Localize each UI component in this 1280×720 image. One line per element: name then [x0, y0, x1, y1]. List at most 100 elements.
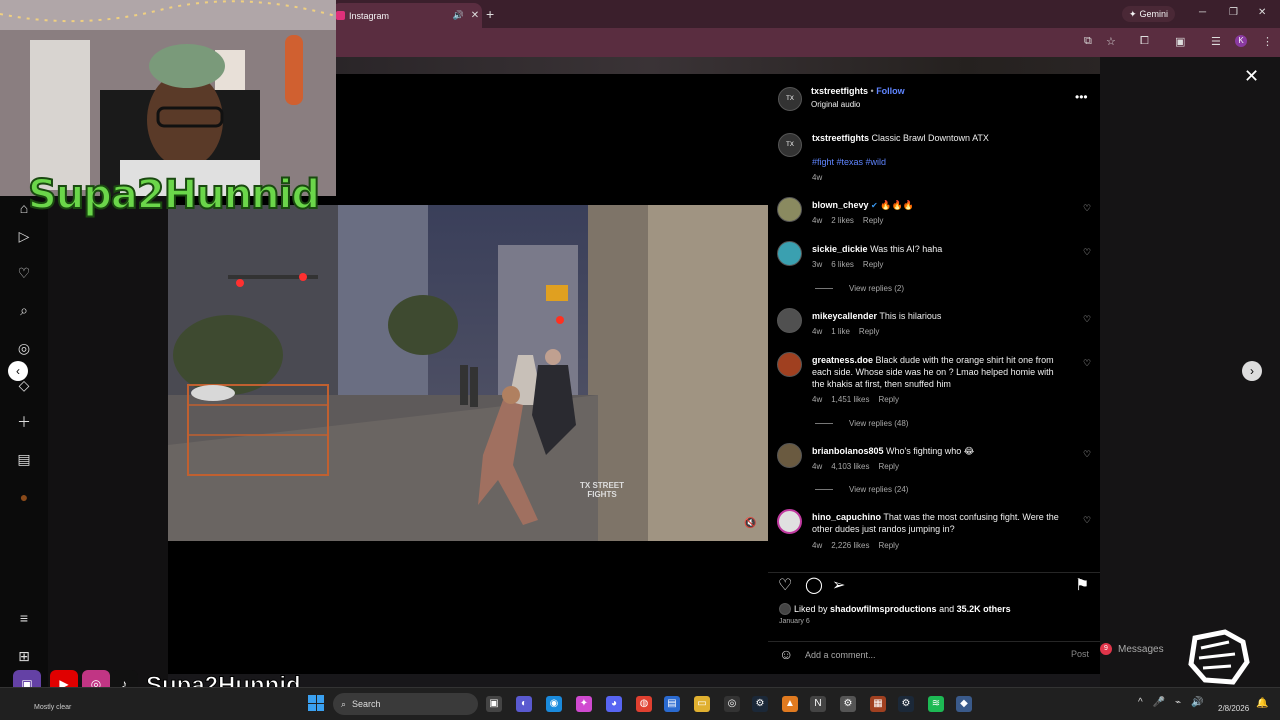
edge-icon[interactable]: ◉	[546, 696, 562, 712]
steam-icon-2[interactable]: ⚙	[898, 696, 914, 712]
comment-like-heart-icon[interactable]: ♡	[1083, 358, 1091, 369]
comment-avatar[interactable]	[777, 241, 802, 266]
store-icon[interactable]: ▤	[664, 696, 680, 712]
taskbar-search[interactable]: ⌕ Search	[333, 693, 478, 715]
liked-by-summary[interactable]: Liked by shadowfilmsproductions and 35.2…	[794, 604, 1011, 614]
comment-like-heart-icon[interactable]: ♡	[1083, 314, 1091, 325]
comment-avatar[interactable]	[777, 352, 802, 377]
taskbar-date[interactable]: 2/8/2026	[1218, 704, 1249, 713]
add-comment-input[interactable]	[805, 648, 1045, 662]
microphone-icon[interactable]: 🎤	[1153, 697, 1165, 708]
comment-likes[interactable]: 2,226 likes	[831, 541, 869, 550]
volume-icon[interactable]: 🔊	[1191, 697, 1203, 708]
comment-username[interactable]: brianbolanos805	[812, 446, 884, 456]
notifications-icon[interactable]: ♡	[14, 263, 34, 283]
file-explorer-icon[interactable]: ▭	[694, 696, 710, 712]
liker-avatar[interactable]	[779, 603, 791, 615]
more-menu-icon[interactable]: ≡	[14, 608, 34, 628]
reply-button[interactable]: Reply	[878, 395, 898, 404]
comment-username[interactable]: greatness.doe	[812, 355, 873, 365]
browser-menu-icon[interactable]: ⋮	[1262, 35, 1273, 48]
bookmark-star-icon[interactable]: ☆	[1106, 35, 1116, 48]
post-comment-button[interactable]: Post	[1071, 649, 1089, 659]
view-replies-button[interactable]: View replies (24)	[815, 485, 908, 494]
comment-avatar[interactable]	[777, 443, 802, 468]
comment-likes[interactable]: 6 likes	[831, 260, 854, 269]
emoji-icon[interactable]: ☺	[779, 646, 793, 662]
system-tray[interactable]: ^ 🎤 ⌁ 🔊	[1138, 697, 1204, 708]
reply-button[interactable]: Reply	[863, 260, 883, 269]
comment-avatar[interactable]	[777, 308, 802, 333]
audio-link[interactable]: Original audio	[811, 100, 860, 109]
notifications-bell-icon[interactable]: 🔔	[1256, 698, 1268, 709]
explore-icon[interactable]: ◎	[14, 338, 34, 358]
teams-icon[interactable]: ◐	[516, 696, 532, 712]
network-icon[interactable]: ⌁	[1175, 697, 1181, 708]
comment-username[interactable]: sickie_dickie	[812, 244, 868, 254]
obs-icon[interactable]: ◎	[724, 696, 740, 712]
split-screen-icon[interactable]: ▣	[1175, 35, 1185, 48]
liked-by-others[interactable]: 35.2K others	[957, 604, 1011, 614]
settings-icon[interactable]: ⚙	[840, 696, 856, 712]
comment-likes[interactable]: 4,103 likes	[831, 462, 869, 471]
caption-avatar[interactable]: TX	[778, 133, 802, 157]
liked-by-user[interactable]: shadowfilmsproductions	[830, 604, 937, 614]
caption-hashtags[interactable]: #fight #texas #wild	[812, 157, 886, 167]
gemini-button[interactable]: ✦ Gemini	[1122, 6, 1176, 22]
weather-widget[interactable]: Mostly clear	[34, 704, 71, 711]
spotify-icon[interactable]: ≋	[928, 696, 944, 712]
reply-button[interactable]: Reply	[859, 327, 879, 336]
author-avatar[interactable]: TX	[778, 87, 802, 111]
app-icon[interactable]: ▲	[782, 696, 798, 712]
comment-username[interactable]: blown_chevy	[812, 200, 869, 210]
notepad-icon[interactable]: N	[810, 696, 826, 712]
comment-username[interactable]: mikeycallender	[812, 311, 877, 321]
tab-audio-icon[interactable]: 🔊	[453, 10, 464, 21]
browser-tab-instagram[interactable]: Instagram 🔊 ✕	[332, 3, 482, 28]
comment-like-heart-icon[interactable]: ♡	[1083, 515, 1091, 526]
profile-nav-icon[interactable]: ●	[14, 487, 34, 507]
comment-avatar[interactable]	[777, 197, 802, 222]
follow-button[interactable]: Follow	[876, 86, 905, 96]
dashboard-icon[interactable]: ▤	[14, 449, 34, 469]
post-video[interactable]: TX STREET FIGHTS	[168, 205, 768, 541]
extensions-icon[interactable]: ⧠	[1140, 35, 1149, 48]
reels-icon[interactable]: ▷	[14, 226, 34, 246]
mute-toggle-icon[interactable]: 🔇	[744, 518, 756, 529]
comment-like-heart-icon[interactable]: ♡	[1083, 247, 1091, 258]
create-icon[interactable]: ＋	[14, 412, 34, 432]
close-icon[interactable]: ✕	[1244, 66, 1259, 87]
steam-icon[interactable]: ⚙	[752, 696, 768, 712]
next-post-icon[interactable]: ›	[1242, 361, 1262, 381]
comment-like-heart-icon[interactable]: ♡	[1083, 203, 1091, 214]
game-icon[interactable]: ▦	[870, 696, 886, 712]
app-icon-2[interactable]: ◆	[956, 696, 972, 712]
maximize-window-button[interactable]: ❐	[1229, 7, 1238, 18]
comment-likes[interactable]: 2 likes	[831, 216, 854, 225]
view-replies-button[interactable]: View replies (2)	[815, 284, 904, 293]
also-from-meta-icon[interactable]: ⊞	[14, 646, 34, 666]
install-app-icon[interactable]: ⧉	[1084, 35, 1092, 48]
author-username[interactable]: txstreetfights	[811, 86, 868, 96]
comment-like-heart-icon[interactable]: ♡	[1083, 449, 1091, 460]
chevron-up-icon[interactable]: ^	[1138, 697, 1143, 708]
chrome-icon[interactable]: ◍	[636, 696, 652, 712]
discord-icon[interactable]: ◕	[606, 696, 622, 712]
view-replies-button[interactable]: View replies (48)	[815, 419, 908, 428]
more-options-icon[interactable]: •••	[1075, 90, 1088, 104]
address-bar[interactable]	[336, 31, 1076, 53]
comment-avatar[interactable]	[777, 509, 802, 534]
new-tab-button[interactable]: +	[486, 6, 494, 22]
bookmark-icon[interactable]: ⚑	[1075, 575, 1089, 595]
reading-list-icon[interactable]: ☰	[1211, 35, 1221, 48]
previous-post-icon[interactable]: ‹	[8, 361, 28, 381]
caption-username[interactable]: txstreetfights	[812, 133, 869, 143]
heart-icon[interactable]: ♡	[778, 575, 792, 595]
tab-close-icon[interactable]: ✕	[468, 10, 482, 21]
task-view-icon[interactable]: ▣	[486, 696, 502, 712]
reply-button[interactable]: Reply	[878, 541, 898, 550]
comment-username[interactable]: hino_capuchino	[812, 512, 881, 522]
share-icon[interactable]: ➢	[832, 575, 845, 595]
minimize-window-button[interactable]: ─	[1199, 7, 1206, 18]
copilot-icon[interactable]: ✦	[576, 696, 592, 712]
